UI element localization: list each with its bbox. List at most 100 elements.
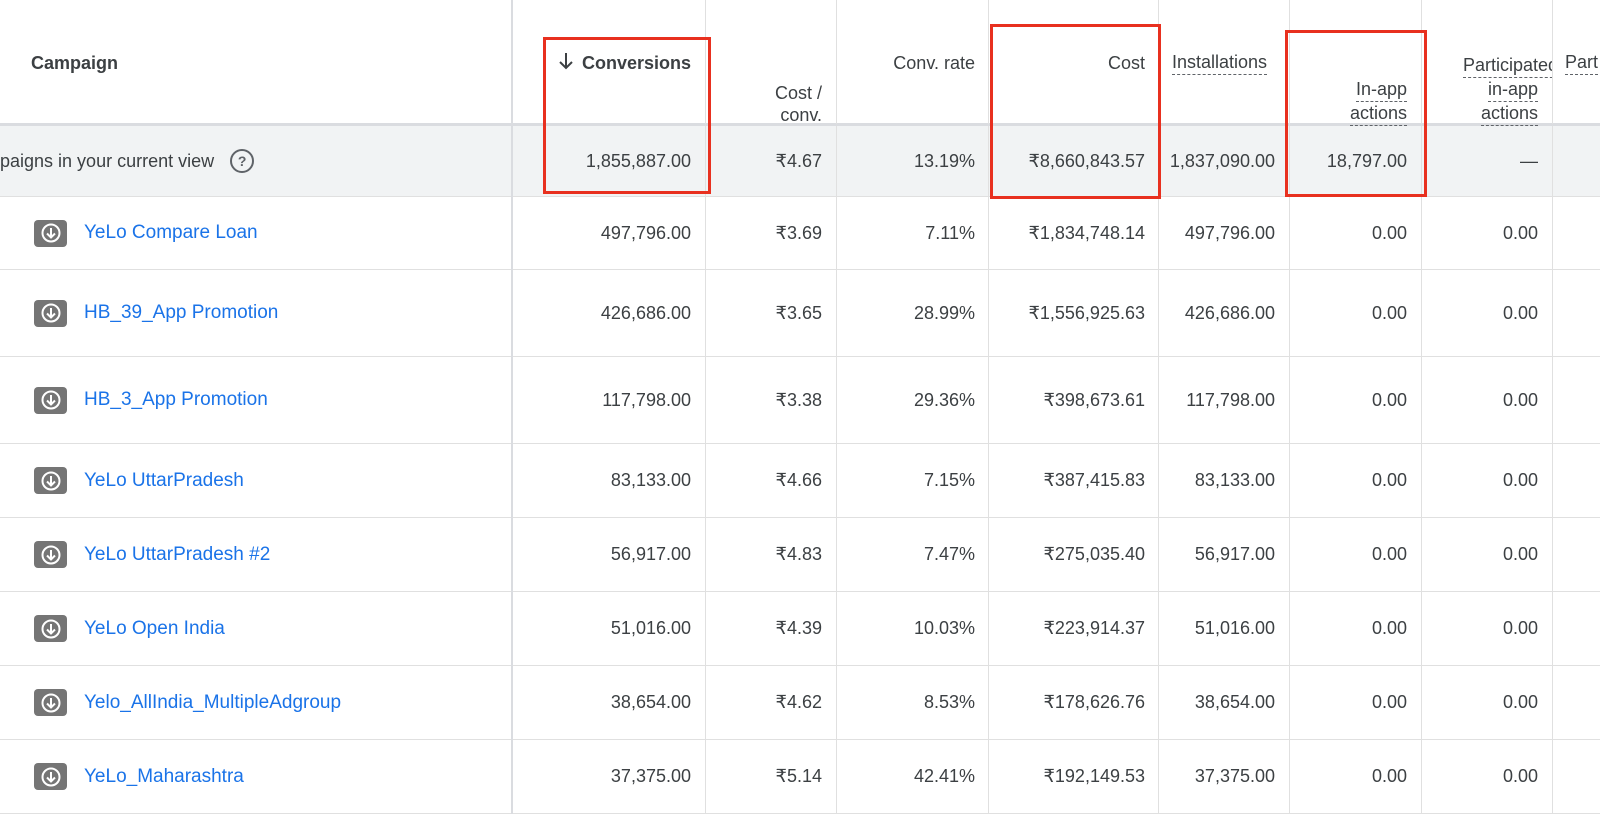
campaign-cell: HB_39_App Promotion <box>0 270 512 356</box>
cell-participated: 0.00 <box>1502 544 1538 564</box>
table-row: YeLo Open India 51,016.00 ₹4.39 10.03% ₹223,… <box>0 592 1600 666</box>
col-installations-header[interactable]: Installations <box>1159 0 1289 126</box>
cell-cost: ₹192,149.53 <box>1043 766 1145 786</box>
cell-participated: 0.00 <box>1502 692 1538 712</box>
table-header: Campaign Conversions Cost / conv. Conv. … <box>0 0 1600 126</box>
col-campaign-header[interactable]: Campaign <box>0 0 512 126</box>
cell-conv-rate: 10.03% <box>913 618 975 638</box>
cell-inapp: 0.00 <box>1371 389 1407 410</box>
cell-conv-rate: 7.11% <box>925 222 975 243</box>
campaign-cell: Yelo_AllIndia_MultipleAdgroup <box>0 666 512 739</box>
cell-participated: 0.00 <box>1502 618 1538 638</box>
arrow-down-icon <box>558 51 574 76</box>
campaign-cell: HB_3_App Promotion <box>0 357 512 443</box>
cell-cost-conv: ₹3.69 <box>775 222 823 243</box>
total-cost-conv: ₹4.67 <box>775 150 823 171</box>
download-icon <box>34 763 67 790</box>
cell-participated: 0.00 <box>1502 222 1538 243</box>
cell-conversions: 51,016.00 <box>610 618 691 638</box>
download-icon <box>34 689 67 716</box>
cell-cost: ₹1,834,748.14 <box>1028 222 1145 243</box>
campaign-name-link[interactable]: YeLo UttarPradesh <box>84 470 244 492</box>
col-campaign-label: Campaign <box>31 53 119 73</box>
cell-installations: 497,796.00 <box>1184 222 1275 243</box>
campaign-name-link[interactable]: HB_39_App Promotion <box>84 302 278 324</box>
table-row: YeLo_Maharashtra 37,375.00 ₹5.14 42.41% ₹192… <box>0 740 1600 814</box>
campaign-cell: YeLo Open India <box>0 592 512 665</box>
col-participated-label-1: Participated <box>1462 54 1552 78</box>
cell-participated: 0.00 <box>1502 766 1538 786</box>
campaign-name-link[interactable]: Yelo_AllIndia_MultipleAdgroup <box>84 692 341 714</box>
cell-cost: ₹387,415.83 <box>1043 470 1145 490</box>
total-label: paigns in your current view <box>0 150 215 171</box>
cell-cost: ₹178,626.76 <box>1043 692 1145 712</box>
cell-cost: ₹1,556,925.63 <box>1028 302 1145 323</box>
col-cost-conv-label-2: conv. <box>780 105 822 125</box>
help-icon[interactable]: ? <box>230 149 255 173</box>
cell-inapp: 0.00 <box>1371 766 1407 786</box>
cell-cost: ₹223,914.37 <box>1043 618 1145 638</box>
col-cost-header[interactable]: Cost <box>989 0 1159 126</box>
table-row: YeLo UttarPradesh 83,133.00 ₹4.66 7.15% ₹387… <box>0 444 1600 518</box>
cell-conv-rate: 8.53% <box>923 692 975 712</box>
cell-conversions: 38,654.00 <box>610 692 691 712</box>
campaign-table: Campaign Conversions Cost / conv. Conv. … <box>0 0 1600 814</box>
cell-installations: 426,686.00 <box>1184 302 1275 323</box>
download-icon <box>34 467 67 494</box>
cell-conversions: 426,686.00 <box>600 302 691 323</box>
cell-installations: 51,016.00 <box>1194 618 1275 638</box>
table-row: YeLo UttarPradesh #2 56,917.00 ₹4.83 7.47% ₹… <box>0 518 1600 592</box>
col-cost-conv-label-1: Cost / <box>774 83 822 103</box>
cell-cost: ₹275,035.40 <box>1043 544 1145 564</box>
cell-participated: 0.00 <box>1502 302 1538 323</box>
campaign-cell: YeLo Compare Loan <box>0 197 512 269</box>
cell-cost-conv: ₹4.83 <box>775 544 823 564</box>
download-icon <box>34 219 67 247</box>
cell-conversions: 497,796.00 <box>600 222 691 243</box>
download-icon <box>34 541 67 568</box>
col-inapp-label-2: actions <box>1349 102 1407 126</box>
col-participated-header[interactable]: Participated in-app actions <box>1422 0 1552 126</box>
cell-installations: 83,133.00 <box>1194 470 1275 490</box>
cell-conversions: 117,798.00 <box>602 389 691 410</box>
col-conv-rate-header[interactable]: Conv. rate <box>837 0 989 126</box>
total-conv-rate: 13.19% <box>913 150 975 171</box>
table-row: HB_3_App Promotion 117,798.00 ₹3.38 29.36% ₹… <box>0 357 1600 444</box>
cell-inapp: 0.00 <box>1371 470 1407 490</box>
cell-inapp: 0.00 <box>1371 222 1407 243</box>
total-row: paigns in your current view ? 1,855,887.… <box>0 126 1600 197</box>
cell-inapp: 0.00 <box>1371 618 1407 638</box>
col-inapp-header[interactable]: In-app actions <box>1290 0 1421 126</box>
cell-participated: 0.00 <box>1502 470 1538 490</box>
col-cost-conv-header[interactable]: Cost / conv. <box>706 0 836 126</box>
cell-inapp: 0.00 <box>1371 692 1407 712</box>
campaign-name-link[interactable]: YeLo Open India <box>84 618 225 640</box>
download-icon <box>34 299 67 327</box>
cell-cost: ₹398,673.61 <box>1043 389 1145 410</box>
table-row: HB_39_App Promotion 426,686.00 ₹3.65 28.99%… <box>0 270 1600 357</box>
col-installations-label: Installations <box>1172 51 1268 75</box>
cell-installations: 56,917.00 <box>1194 544 1275 564</box>
cell-installations: 38,654.00 <box>1194 692 1275 712</box>
col-conversions-header[interactable]: Conversions <box>513 0 705 126</box>
cell-cost-conv: ₹3.38 <box>775 389 823 410</box>
cell-cost-conv: ₹5.14 <box>775 766 823 786</box>
campaign-name-link[interactable]: YeLo UttarPradesh #2 <box>84 544 270 566</box>
total-cost: ₹8,660,843.57 <box>1028 150 1145 171</box>
campaign-cell: YeLo UttarPradesh #2 <box>0 518 512 591</box>
campaign-name-link[interactable]: YeLo_Maharashtra <box>84 766 244 788</box>
total-installations: 1,837,090.00 <box>1169 150 1275 171</box>
col-part2-header[interactable]: Part <box>1553 0 1600 126</box>
cell-cost-conv: ₹4.39 <box>775 618 823 638</box>
col-participated-label-2: in-app <box>1487 78 1538 102</box>
cell-conv-rate: 7.15% <box>923 470 975 490</box>
campaign-cell: YeLo UttarPradesh <box>0 444 512 517</box>
total-inapp: 18,797.00 <box>1326 150 1407 171</box>
cell-conversions: 56,917.00 <box>610 544 691 564</box>
campaign-cell: YeLo_Maharashtra <box>0 740 512 813</box>
cell-conversions: 83,133.00 <box>610 470 691 490</box>
cell-conv-rate: 29.36% <box>913 389 975 410</box>
campaign-name-link[interactable]: HB_3_App Promotion <box>84 389 268 411</box>
campaign-name-link[interactable]: YeLo Compare Loan <box>84 222 258 244</box>
cell-participated: 0.00 <box>1502 389 1538 410</box>
